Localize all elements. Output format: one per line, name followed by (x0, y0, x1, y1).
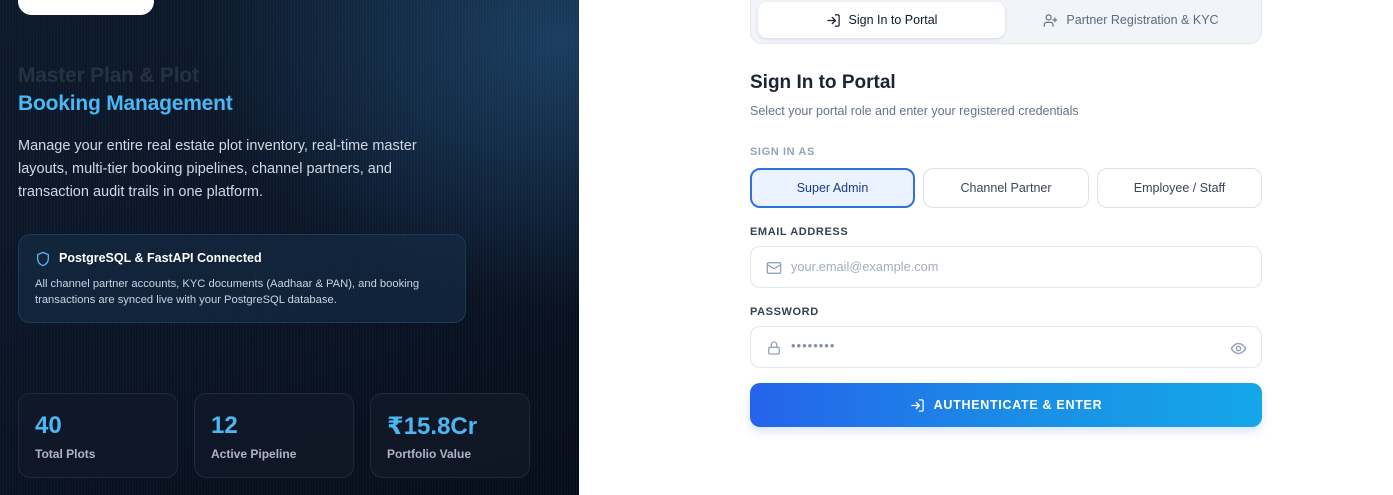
authenticate-label: AUTHENTICATE & ENTER (933, 398, 1103, 412)
password-label: PASSWORD (750, 306, 819, 318)
stat-active-pipeline: 12 Active Pipeline (194, 393, 354, 478)
stat-value: ₹15.8Cr (387, 413, 478, 440)
role-channel-partner-button[interactable]: Channel Partner (923, 168, 1089, 208)
stat-label: Total Plots (35, 447, 96, 461)
stat-value: 12 (211, 412, 238, 439)
log-in-icon (910, 398, 924, 412)
user-plus-icon (1044, 13, 1058, 27)
shield-icon (37, 251, 49, 267)
stat-portfolio-value: ₹15.8Cr Portfolio Value (370, 393, 530, 478)
email-field[interactable]: your.email@example.com (750, 246, 1262, 288)
auth-tabs: Sign In to Portal Partner Registration &… (750, 0, 1262, 44)
tab-label: Sign In to Portal (848, 13, 938, 27)
password-value: •••••••• (791, 338, 836, 353)
stat-value: 40 (35, 412, 62, 439)
hero-title-line2: Booking Management (18, 92, 233, 115)
stat-label: Portfolio Value (387, 447, 472, 461)
eye-icon[interactable] (1230, 340, 1247, 357)
db-status-card: PostgreSQL & FastAPI Connected All chann… (18, 234, 466, 323)
form-title: Sign In to Portal (750, 72, 896, 93)
password-field[interactable]: •••••••• (750, 326, 1262, 368)
role-label: SIGN IN AS (750, 146, 815, 158)
role-super-admin-button[interactable]: Super Admin (750, 168, 915, 208)
tab-sign-in[interactable]: Sign In to Portal (758, 2, 1005, 38)
form-subtitle: Select your portal role and enter your r… (750, 104, 1079, 118)
lock-icon (768, 341, 780, 355)
logo-pill (18, 0, 154, 15)
db-status-title: PostgreSQL & FastAPI Connected (59, 251, 262, 265)
stat-total-plots: 40 Total Plots (18, 393, 178, 478)
hero-panel: Master Plan & Plot Booking Management Ma… (0, 0, 579, 495)
email-label: EMAIL ADDRESS (750, 226, 849, 238)
email-placeholder: your.email@example.com (791, 259, 939, 274)
mail-icon (766, 262, 782, 274)
stat-label: Active Pipeline (211, 447, 297, 461)
log-in-icon (826, 13, 840, 27)
hero-title-line1: Master Plan & Plot (18, 64, 199, 87)
role-employee-staff-button[interactable]: Employee / Staff (1097, 168, 1262, 208)
hero-description: Manage your entire real estate plot inve… (18, 138, 417, 200)
authenticate-button[interactable]: AUTHENTICATE & ENTER (750, 383, 1262, 427)
db-status-body: All channel partner accounts, KYC docume… (35, 278, 420, 306)
tab-partner-registration[interactable]: Partner Registration & KYC (1007, 2, 1255, 38)
tab-label: Partner Registration & KYC (1066, 13, 1219, 27)
